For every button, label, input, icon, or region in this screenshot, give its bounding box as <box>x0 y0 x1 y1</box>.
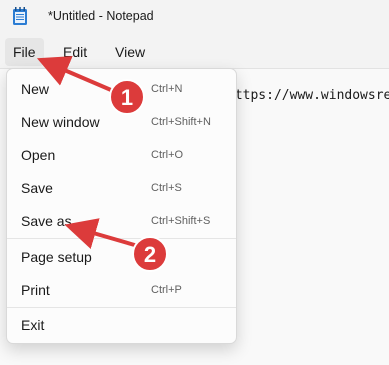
menu-item-label: Open <box>21 147 56 163</box>
menu-item-open[interactable]: Open Ctrl+O <box>11 139 232 171</box>
menu-item-label: Page setup <box>21 249 92 265</box>
menu-view[interactable]: View <box>107 38 153 66</box>
menu-item-print[interactable]: Print Ctrl+P <box>11 274 232 306</box>
menu-item-label: New window <box>21 114 100 130</box>
menu-item-label: Save as <box>21 213 72 229</box>
menu-item-label: New <box>21 81 50 97</box>
menu-edit[interactable]: Edit <box>55 38 95 66</box>
menu-item-shortcut: Ctrl+S <box>151 182 182 194</box>
notepad-icon <box>13 7 27 25</box>
menu-item-label: Save <box>21 180 53 196</box>
menu-item-save[interactable]: Save Ctrl+S <box>11 172 232 204</box>
window-title: *Untitled - Notepad <box>48 9 154 23</box>
menu-item-new[interactable]: New Ctrl+N <box>11 73 232 105</box>
menu-item-shortcut: Ctrl+O <box>151 149 184 161</box>
menu-item-shortcut: Ctrl+N <box>151 83 183 95</box>
menu-item-save-as[interactable]: Save as Ctrl+Shift+S <box>11 205 232 237</box>
menu-item-shortcut: Ctrl+Shift+N <box>151 116 211 128</box>
menu-separator <box>7 238 236 239</box>
menu-file[interactable]: File <box>5 38 44 66</box>
title-bar: *Untitled - Notepad <box>0 0 389 34</box>
menu-item-label: Exit <box>21 317 45 333</box>
menu-item-shortcut: Ctrl+Shift+S <box>151 215 211 227</box>
file-menu-dropdown: New Ctrl+N New window Ctrl+Shift+N Open … <box>6 68 237 344</box>
editor-content: https://www.windowsreport.com <box>227 88 389 103</box>
menu-item-page-setup[interactable]: Page setup <box>11 241 232 273</box>
menu-bar: File Edit View <box>0 34 389 68</box>
menu-item-label: Print <box>21 282 50 298</box>
menu-item-new-window[interactable]: New window Ctrl+Shift+N <box>11 106 232 138</box>
menu-item-exit[interactable]: Exit <box>11 309 232 341</box>
menu-separator <box>7 307 236 308</box>
menu-item-shortcut: Ctrl+P <box>151 284 182 296</box>
